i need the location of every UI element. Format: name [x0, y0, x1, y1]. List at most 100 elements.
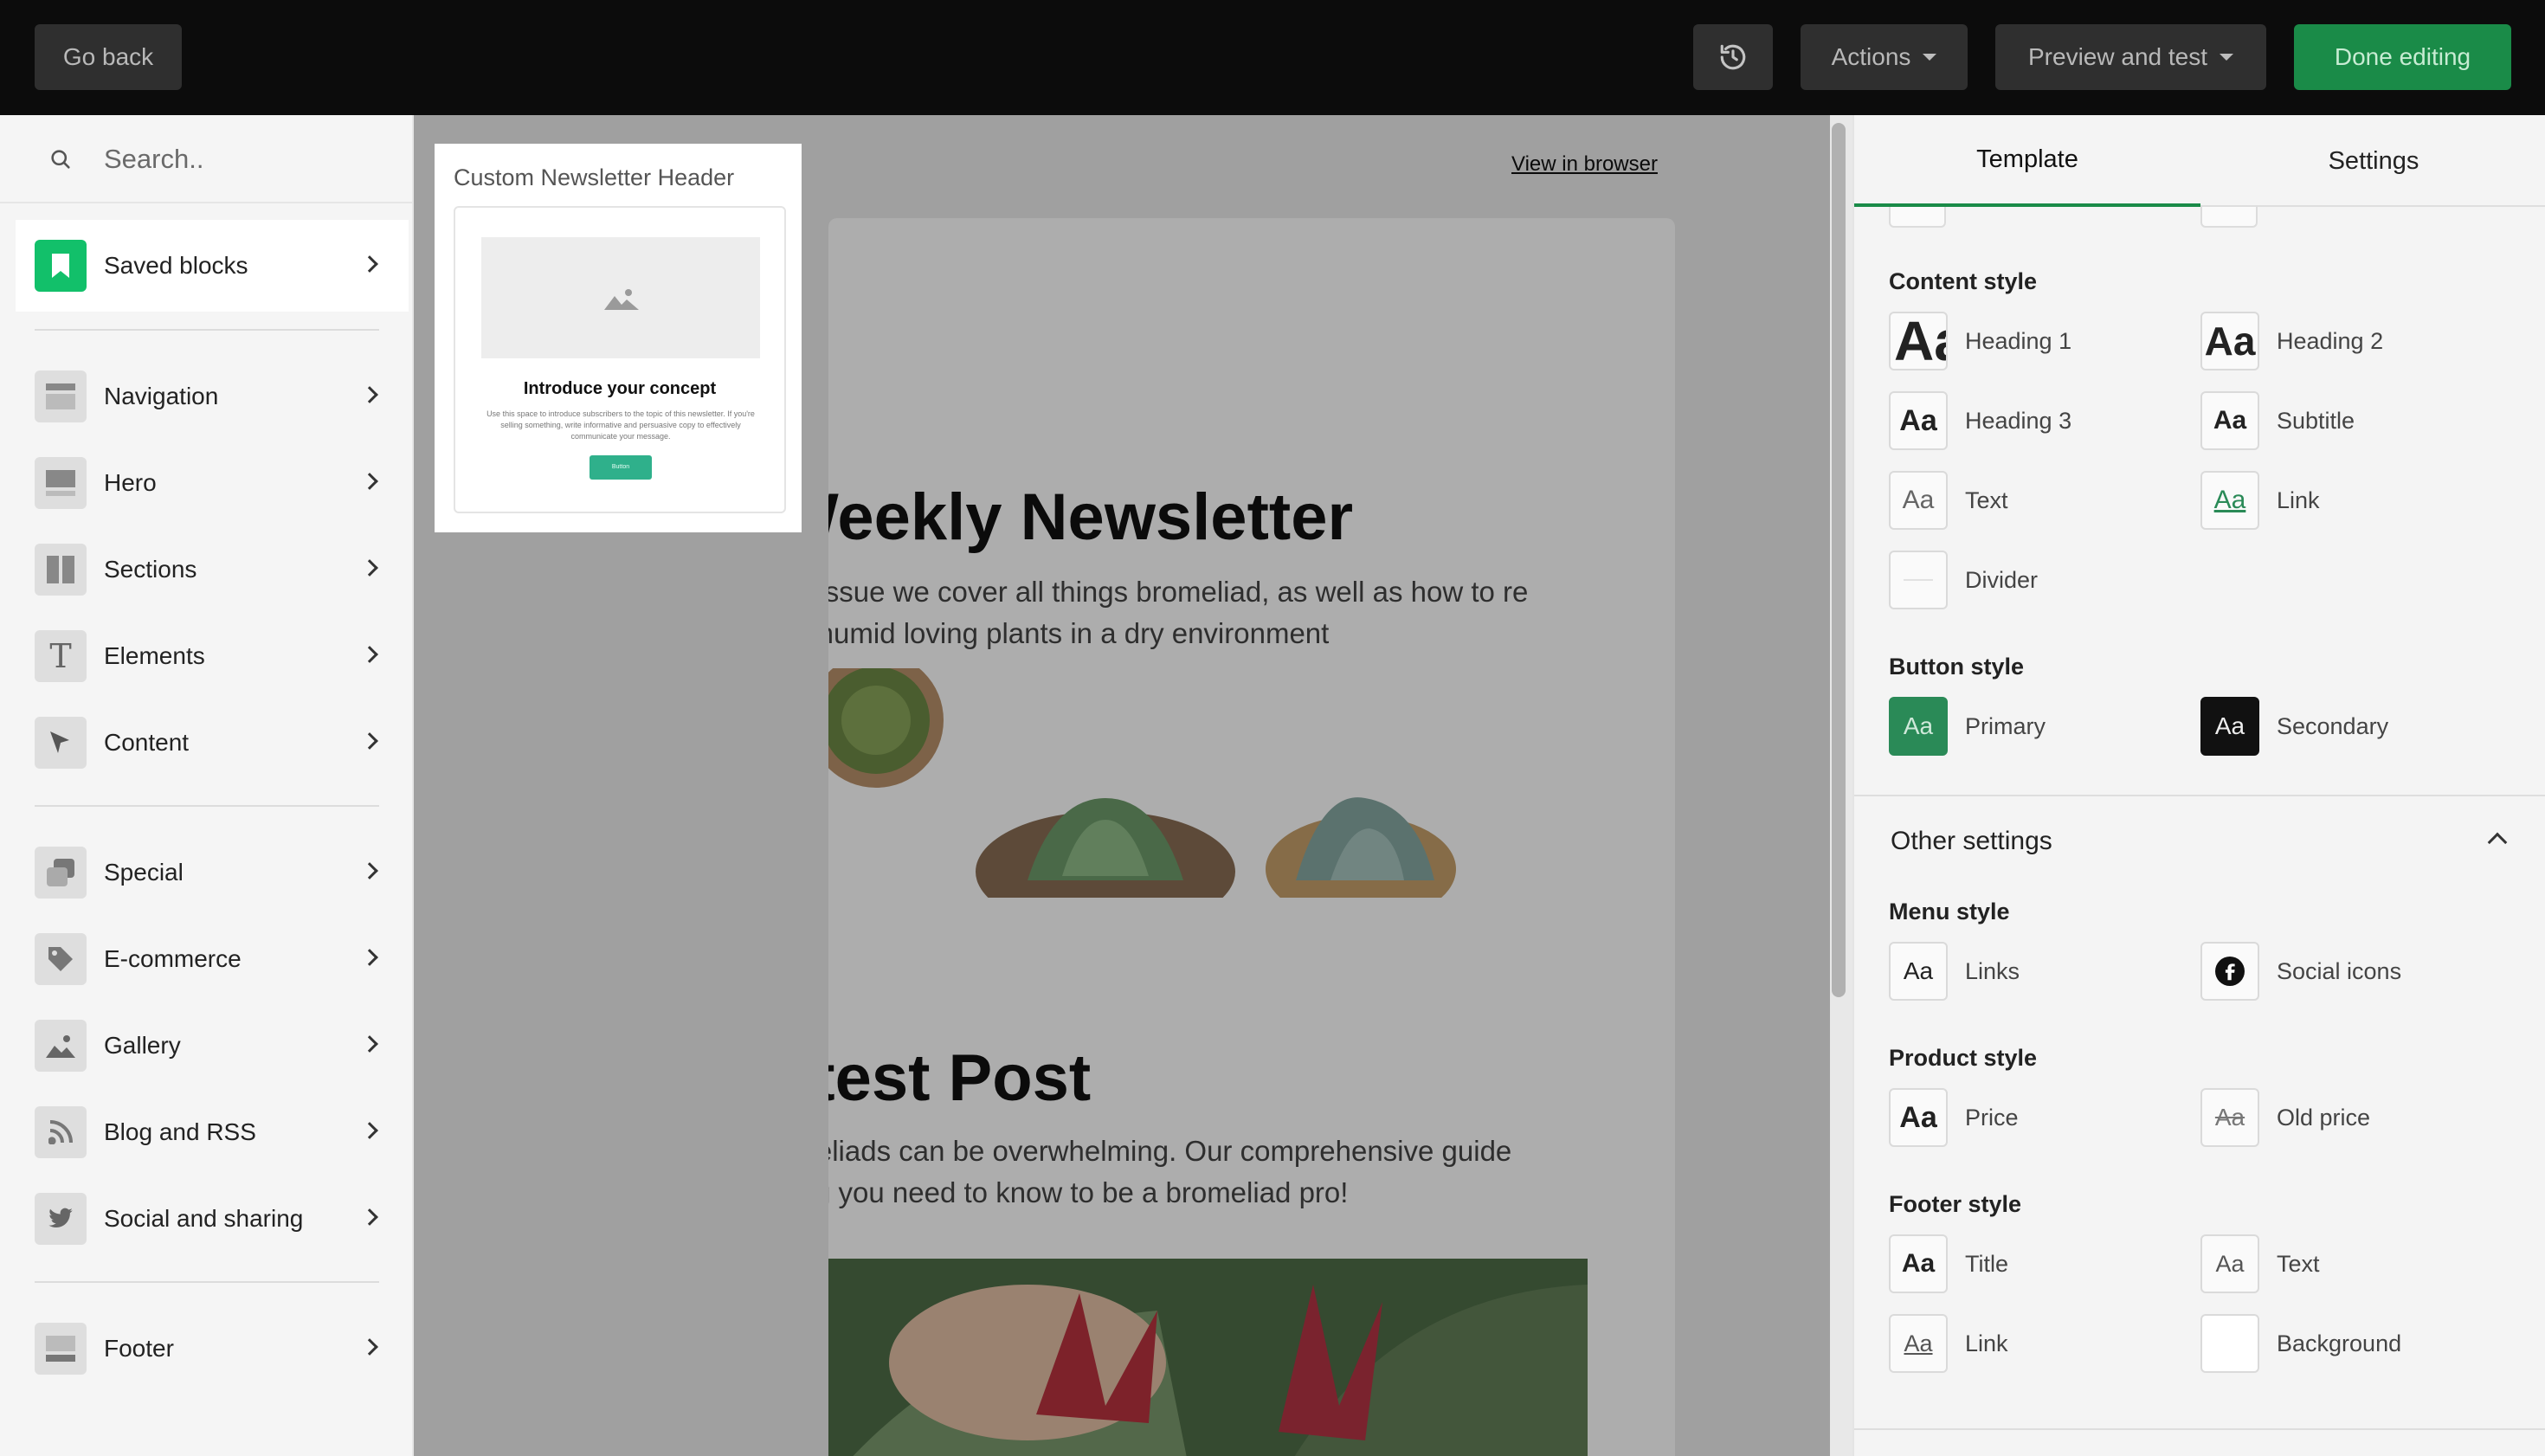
partial-swatch [2200, 207, 2258, 228]
style-heading-1[interactable]: Aa Heading 1 [1889, 312, 2071, 370]
style-label: Links [1965, 957, 2020, 984]
preview-and-test-dropdown[interactable]: Preview and test [1995, 24, 2266, 90]
chevron-down-icon [1923, 54, 1937, 61]
chevron-up-icon[interactable] [2487, 832, 2508, 853]
chevron-right-icon [361, 255, 378, 273]
footer-text-swatch: Aa [2200, 1234, 2259, 1293]
button-style-secondary[interactable]: Aa Secondary [2200, 697, 2388, 756]
sidebar-item-content[interactable]: Content [16, 697, 409, 789]
template-panel: Template Settings Content style Aa Headi… [1852, 115, 2545, 1456]
sidebar-item-sections[interactable]: Sections [16, 524, 409, 615]
search-bar [0, 115, 412, 203]
divider-line [1904, 579, 1933, 581]
sidebar-item-elements[interactable]: T Elements [16, 610, 409, 702]
sidebar-item-gallery[interactable]: Gallery [16, 1000, 409, 1092]
other-settings-header[interactable]: Other settings [1891, 827, 2052, 856]
tab-settings[interactable]: Settings [2200, 115, 2545, 207]
style-label: Background [2277, 1330, 2402, 1356]
text-icon: T [35, 630, 87, 682]
mini-heading: Introduce your concept [523, 379, 717, 398]
panel-divider [1854, 1428, 2545, 1430]
sidebar-item-label: Gallery [104, 1032, 181, 1059]
style-label: Text [2277, 1250, 2320, 1277]
style-link[interactable]: Aa Link [2200, 471, 2320, 530]
image-icon [35, 1020, 87, 1072]
panel-divider [1854, 795, 2545, 796]
footer-style-background[interactable]: Background [2200, 1314, 2401, 1373]
chevron-right-icon [361, 732, 378, 750]
sidebar-item-footer[interactable]: Footer [16, 1303, 409, 1395]
special-icon [35, 847, 87, 899]
sections-icon [35, 544, 87, 596]
primary-swatch: Aa [1889, 697, 1948, 756]
sidebar-item-navigation[interactable]: Navigation [16, 351, 409, 442]
secondary-swatch: Aa [2200, 697, 2259, 756]
footer-style-link[interactable]: Aa Link [1889, 1314, 2008, 1373]
style-label: Social icons [2277, 957, 2402, 984]
panel-tabs: Template Settings [1854, 115, 2545, 207]
sidebar-item-label: Content [104, 729, 190, 756]
tag-icon [35, 933, 87, 985]
footer-title-swatch: Aa [1889, 1234, 1948, 1293]
chevron-right-icon [361, 386, 378, 403]
chevron-right-icon [361, 559, 378, 577]
sidebar-item-social-and-sharing[interactable]: Social and sharing [16, 1173, 409, 1265]
tab-template[interactable]: Template [1854, 115, 2200, 207]
search-icon [51, 150, 70, 169]
sidebar-item-hero[interactable]: Hero [16, 437, 409, 529]
content-style-title: Content style [1889, 268, 2038, 294]
sidebar-item-e-commerce[interactable]: E-commerce [16, 913, 409, 1005]
product-style-old-price[interactable]: Aa Old price [2200, 1088, 2370, 1147]
old-price-swatch: Aa [2200, 1088, 2259, 1147]
footer-style-title-option[interactable]: Aa Title [1889, 1234, 2008, 1293]
style-label: Title [1965, 1250, 2009, 1277]
style-text[interactable]: Aa Text [1889, 471, 2008, 530]
button-style-primary[interactable]: Aa Primary [1889, 697, 2046, 756]
menu-style-social-icons[interactable]: Social icons [2200, 942, 2401, 1001]
text-swatch: Aa [1889, 471, 1948, 530]
chevron-right-icon [361, 1338, 378, 1356]
menu-style-links[interactable]: Aa Links [1889, 942, 2020, 1001]
chevron-right-icon [361, 1208, 378, 1226]
link-swatch: Aa [2200, 471, 2259, 530]
heading-3-swatch: Aa [1889, 391, 1948, 450]
chevron-right-icon [361, 1035, 378, 1053]
style-label: Heading 3 [1965, 407, 2072, 434]
sidebar-item-label: Sections [104, 556, 197, 583]
heading-1-swatch: Aa [1889, 312, 1948, 370]
done-editing-button[interactable]: Done editing [2294, 24, 2511, 90]
sidebar-divider [35, 329, 379, 331]
go-back-button[interactable]: Go back [35, 24, 182, 90]
history-icon [1720, 44, 1746, 70]
style-heading-2[interactable]: Aa Heading 2 [2200, 312, 2383, 370]
actions-label: Actions [1831, 43, 1911, 70]
sidebar-item-label: Social and sharing [104, 1205, 304, 1232]
history-button[interactable] [1693, 24, 1773, 90]
go-back-label: Go back [62, 43, 154, 70]
done-editing-label: Done editing [2334, 43, 2471, 70]
saved-block-card[interactable]: Custom Newsletter Header Introduce your … [435, 144, 802, 532]
product-style-price[interactable]: Aa Price [1889, 1088, 2019, 1147]
style-label: Heading 1 [1965, 327, 2072, 354]
search-input[interactable] [104, 136, 390, 183]
top-bar: Go back Actions Preview and test Done ed… [0, 0, 2545, 115]
style-divider[interactable]: Divider [1889, 551, 2038, 609]
style-heading-3[interactable]: Aa Heading 3 [1889, 391, 2071, 450]
style-label: Old price [2277, 1104, 2371, 1131]
cursor-icon [35, 717, 87, 769]
canvas-scrollbar[interactable] [1832, 123, 1846, 997]
sidebar-item-special[interactable]: Special [16, 827, 409, 918]
footer-style-text[interactable]: Aa Text [2200, 1234, 2320, 1293]
links-swatch: Aa [1889, 942, 1948, 1001]
sidebar-item-blog-and-rss[interactable]: Blog and RSS [16, 1086, 409, 1178]
actions-dropdown[interactable]: Actions [1801, 24, 1968, 90]
style-label: Text [1965, 486, 2008, 513]
blocks-sidebar: Saved blocks Navigation Hero Sections T … [0, 115, 414, 1456]
chevron-right-icon [361, 1122, 378, 1139]
product-style-title: Product style [1889, 1045, 2038, 1071]
sidebar-item-saved-blocks[interactable]: Saved blocks [16, 220, 409, 312]
style-label: Link [2277, 486, 2320, 513]
menu-style-title: Menu style [1889, 899, 2010, 924]
style-subtitle[interactable]: Aa Subtitle [2200, 391, 2355, 450]
chevron-right-icon [361, 646, 378, 663]
